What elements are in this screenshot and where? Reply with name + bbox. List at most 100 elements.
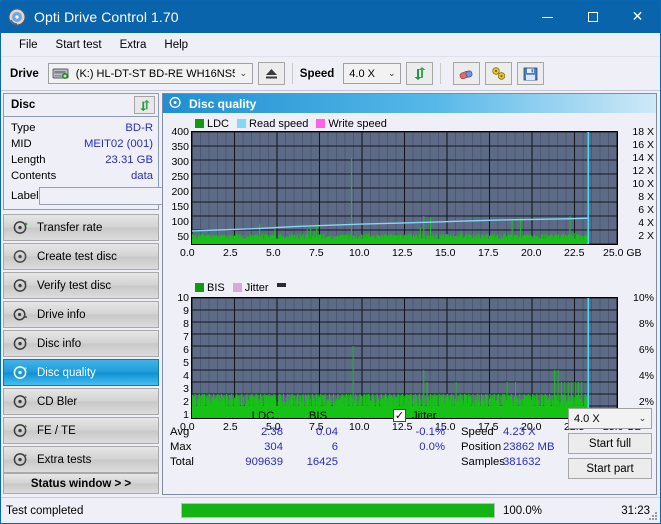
- drive-info-icon: [10, 307, 30, 322]
- panel-title: Disc quality: [189, 96, 257, 111]
- chevron-down-icon: ⌄: [638, 413, 647, 424]
- resize-grip[interactable]: [646, 509, 658, 521]
- tools-button[interactable]: [485, 62, 513, 85]
- ldc-y2tick-14: 14 X: [632, 152, 654, 164]
- start-full-button[interactable]: Start full: [568, 433, 652, 454]
- stats-max-bis: 6: [331, 441, 338, 453]
- ldc-xtick-5: 5.0: [266, 247, 281, 259]
- legend-swatch-read-speed: [237, 119, 247, 128]
- application-window: Opti Drive Control 1.70 ✕ File Start tes…: [0, 0, 661, 524]
- bis-ytick-6: 6: [183, 344, 189, 356]
- sidebar-item-label: Create test disc: [37, 250, 117, 263]
- stats-row-avg: Avg: [170, 426, 190, 438]
- sidebar-item-cd-bler[interactable]: CD Bler: [3, 388, 159, 415]
- start-part-button[interactable]: Start part: [568, 458, 652, 479]
- disc-info-icon: [10, 336, 30, 351]
- left-sidebar: Disc Type BD-R MID MEIT02 (001) Length 2…: [3, 93, 243, 495]
- ldc-y2tick-10: 10 X: [632, 178, 654, 190]
- disc-row-type: Type BD-R: [11, 120, 153, 136]
- panel-header: Disc quality: [163, 94, 656, 113]
- sidebar-item-drive-info[interactable]: Drive info: [3, 301, 159, 328]
- erase-icon: [459, 70, 473, 79]
- toolbar: Drive (K:) HL-DT-ST BD-RE WH16NS58 TST4 …: [1, 57, 660, 91]
- charts-area: LDC Read speed Write speed 400 350 300 2…: [163, 113, 656, 434]
- ldc-xtick-10: 10.0: [349, 247, 370, 259]
- ldc-ytick-400: 400: [171, 126, 189, 138]
- ldc-xtick-15: 15.0: [435, 247, 456, 259]
- ldc-y2tick-8: 8 X: [638, 191, 654, 203]
- ldc-ytick-200: 200: [171, 186, 189, 198]
- menu-start-test[interactable]: Start test: [47, 36, 111, 54]
- bis-ytick-5: 5: [183, 357, 189, 369]
- tools-icon: [492, 67, 505, 80]
- minimize-button[interactable]: [525, 1, 570, 33]
- ldc-xtick-2.5: 2.5: [223, 247, 238, 259]
- stats-col-bis: BIS: [308, 410, 328, 422]
- menu-file[interactable]: File: [10, 36, 47, 54]
- jitter-max-value: 0.0%: [419, 441, 445, 453]
- disc-refresh-button[interactable]: [134, 96, 155, 114]
- bis-ytick-8: 8: [183, 318, 189, 330]
- ldc-ytick-250: 250: [171, 171, 189, 183]
- disc-verify-icon: [10, 278, 30, 293]
- main-panel: Disc quality LDC Read speed Write speed …: [162, 93, 657, 495]
- maximize-button[interactable]: [570, 1, 615, 33]
- sidebar-item-disc-info[interactable]: Disc info: [3, 330, 159, 357]
- stats-avg-bis: 0.04: [316, 426, 338, 438]
- title-bar: Opti Drive Control 1.70 ✕: [1, 1, 660, 33]
- ldc-ytick-100: 100: [171, 216, 189, 228]
- bis-y2tick-8pct: 8%: [638, 318, 654, 330]
- close-button[interactable]: ✕: [615, 1, 660, 33]
- speed-select[interactable]: 4.0 X ⌄: [343, 63, 402, 84]
- sidebar-item-label: FE / TE: [37, 424, 76, 437]
- sidebar-item-verify-test-disc[interactable]: Verify test disc: [3, 272, 159, 299]
- chevron-down-icon: ⌄: [388, 68, 396, 79]
- legend-ldc: LDC: [195, 118, 229, 130]
- disc-value-contents: data: [131, 170, 153, 182]
- ldc-y2tick-6: 6 X: [638, 204, 654, 216]
- test-speed-select[interactable]: 4.0 X ⌄: [568, 408, 652, 429]
- samples-stat-value: 381632: [503, 456, 541, 468]
- sidebar-item-transfer-rate[interactable]: Transfer rate: [3, 214, 159, 241]
- refresh-icon: [414, 67, 426, 80]
- sidebar-item-disc-quality[interactable]: Disc quality: [3, 359, 159, 386]
- toolbar-divider-1: [291, 63, 293, 84]
- disc-label-row: Label: [11, 186, 243, 205]
- eject-button[interactable]: [257, 62, 285, 85]
- drive-icon: [52, 66, 69, 81]
- app-icon: [8, 8, 26, 26]
- sidebar-nav: Transfer rate Create test disc Verify te…: [3, 214, 159, 473]
- status-message: Test completed: [6, 504, 84, 517]
- jitter-checkbox[interactable]: ✓: [393, 409, 406, 422]
- ldc-ytick-350: 350: [171, 141, 189, 153]
- legend-swatch-jitter: [232, 283, 242, 292]
- legend-swatch-write-speed: [316, 119, 326, 128]
- status-bar: Test completed 100.0% 31:23: [1, 497, 660, 523]
- menu-help[interactable]: Help: [155, 36, 197, 54]
- progress-bar-fill: [182, 504, 494, 517]
- save-icon: [523, 67, 538, 80]
- drive-select[interactable]: (K:) HL-DT-ST BD-RE WH16NS58 TST4 ⌄: [47, 63, 253, 84]
- sidebar-item-create-test-disc[interactable]: Create test disc: [3, 243, 159, 270]
- erase-button[interactable]: [453, 62, 481, 85]
- status-window-button[interactable]: Status window > >: [3, 473, 159, 494]
- sidebar-item-fe-te[interactable]: FE / TE: [3, 417, 159, 444]
- disc-key-contents: Contents: [11, 170, 57, 182]
- window-controls: ✕: [525, 1, 660, 33]
- legend-swatch-bis: [195, 283, 204, 292]
- legend-marker-icon: [276, 282, 286, 287]
- save-button[interactable]: [517, 62, 545, 85]
- stats-row-total: Total: [170, 456, 194, 468]
- disc-row-contents: Contents data: [11, 168, 153, 184]
- ldc-y2tick-4: 4 X: [638, 217, 654, 229]
- bis-y2tick-10pct: 10%: [632, 292, 654, 304]
- legend-label-write-speed: Write speed: [328, 117, 387, 130]
- legend-label-bis: BIS: [207, 281, 225, 294]
- menu-extra[interactable]: Extra: [111, 36, 156, 54]
- stats-avg-ldc: 2.38: [261, 426, 283, 438]
- refresh-button[interactable]: [406, 62, 434, 85]
- sidebar-item-extra-tests[interactable]: Extra tests: [3, 446, 159, 473]
- disc-test-icon: [10, 220, 30, 235]
- sidebar-item-label: Drive info: [37, 308, 86, 321]
- legend-write-speed: Write speed: [316, 118, 387, 130]
